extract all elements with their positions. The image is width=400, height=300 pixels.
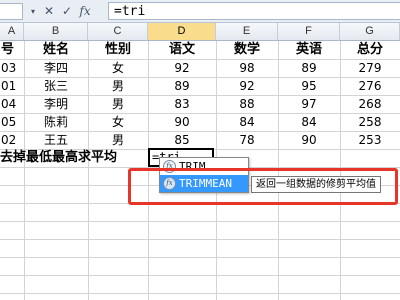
cancel-icon[interactable]: ✕ <box>41 3 57 19</box>
column-headers: A B C D E F G <box>0 23 400 41</box>
header-chinese: 语文 <box>168 42 195 57</box>
table-cell[interactable]: 王五 <box>24 131 88 149</box>
table-cell[interactable]: 女 <box>88 113 148 131</box>
table-cell[interactable]: 98 <box>216 59 278 77</box>
header-english: 英语 <box>295 42 322 57</box>
column-header-e[interactable]: E <box>216 23 278 40</box>
insert-function-icon[interactable]: fx <box>77 3 93 19</box>
table-cell[interactable]: 84 <box>216 113 278 131</box>
column-header-b[interactable]: B <box>24 23 88 40</box>
column-header-g[interactable]: G <box>340 23 400 40</box>
table-cell[interactable]: 陈莉 <box>24 113 88 131</box>
table-cell[interactable]: 92 <box>148 59 216 77</box>
table-cell[interactable]: 03 <box>1 59 24 77</box>
table-cell[interactable]: 女 <box>88 59 148 77</box>
column-header-f[interactable]: F <box>278 23 340 40</box>
formula-bar: ▾ ✕ ✓ fx =tri <box>0 0 400 23</box>
header-id: 号 <box>1 42 15 57</box>
table-cell[interactable]: 男 <box>88 95 148 113</box>
table-cell[interactable]: 89 <box>148 77 216 95</box>
table-cell[interactable]: 90 <box>278 131 340 149</box>
table-cell[interactable]: 88 <box>216 95 278 113</box>
formula-buttons: ▾ ✕ ✓ fx <box>27 3 107 19</box>
header-math: 数学 <box>233 42 260 57</box>
table-cell[interactable]: 92 <box>216 77 278 95</box>
table-cell[interactable]: 78 <box>216 131 278 149</box>
header-gender: 性别 <box>104 42 131 57</box>
formula-input[interactable]: =tri <box>108 2 400 20</box>
name-box[interactable] <box>0 3 23 20</box>
table-cell[interactable]: 04 <box>1 95 24 113</box>
table-cell[interactable]: 95 <box>278 77 340 95</box>
table-cell[interactable]: 279 <box>340 59 400 77</box>
table-cell[interactable]: 85 <box>148 131 216 149</box>
header-total: 总分 <box>356 42 383 57</box>
table-cell[interactable]: 01 <box>1 77 24 95</box>
average-label: 去掉最低最高求平均 <box>0 150 118 165</box>
table-cell[interactable]: 89 <box>278 59 340 77</box>
table-cell[interactable]: 83 <box>148 95 216 113</box>
table-cell[interactable]: 84 <box>278 113 340 131</box>
table-cell[interactable]: 李四 <box>24 59 88 77</box>
table-cell[interactable]: 男 <box>88 77 148 95</box>
table-cell[interactable]: 张三 <box>24 77 88 95</box>
column-header-d[interactable]: D <box>148 23 216 40</box>
table-cell[interactable]: 276 <box>340 77 400 95</box>
table-cell[interactable]: 男 <box>88 131 148 149</box>
table-cell[interactable]: 253 <box>340 131 400 149</box>
namebox-dropdown-icon[interactable]: ▾ <box>27 3 39 19</box>
column-header-c[interactable]: C <box>88 23 148 40</box>
table-cell[interactable]: 90 <box>148 113 216 131</box>
table-cell[interactable]: 268 <box>340 95 400 113</box>
table-cell[interactable]: 李明 <box>24 95 88 113</box>
table-cell[interactable]: 02 <box>1 131 24 149</box>
enter-icon[interactable]: ✓ <box>59 3 75 19</box>
table-cell[interactable]: 05 <box>1 113 24 131</box>
table-cell[interactable]: 97 <box>278 95 340 113</box>
table-cell[interactable]: 258 <box>340 113 400 131</box>
annotation-highlight-box <box>128 168 398 205</box>
column-header-a[interactable]: A <box>0 23 24 40</box>
header-name: 姓名 <box>42 42 69 57</box>
